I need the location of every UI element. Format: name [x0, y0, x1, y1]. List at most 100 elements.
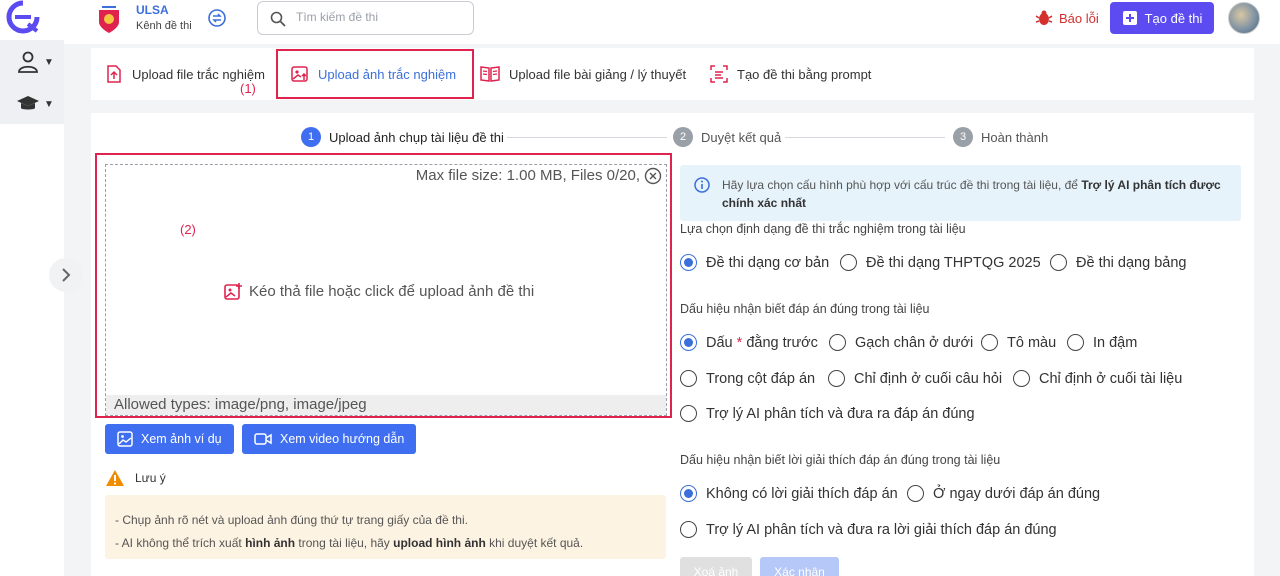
video-camera-icon [254, 433, 272, 445]
delete-image-button[interactable]: Xoá ảnh [680, 557, 752, 576]
radio-button[interactable] [680, 254, 697, 271]
search-box[interactable] [257, 1, 474, 35]
expand-sidebar-button[interactable] [49, 258, 83, 292]
chevron-down-icon[interactable]: ▼ [44, 57, 54, 68]
radio-button[interactable] [680, 334, 697, 351]
brand-name: ULSA [136, 3, 169, 17]
avatar[interactable] [1228, 2, 1260, 34]
step-2: 2 Duyệt kết quả [673, 127, 781, 147]
radio-answer-end-question[interactable]: Chỉ định ở cuối câu hỏi [828, 370, 1002, 387]
radio-button[interactable] [840, 254, 857, 271]
radio-button[interactable] [981, 334, 998, 351]
chevron-down-icon[interactable]: ▼ [44, 99, 54, 110]
answer-section-label: Dấu hiệu nhận biết đáp án đúng trong tài… [680, 302, 930, 316]
radio-button[interactable] [907, 485, 924, 502]
radio-explain-none[interactable]: Không có lời giải thích đáp án [680, 485, 898, 502]
add-image-icon [224, 283, 242, 300]
prompt-icon [710, 65, 728, 83]
step-1: 1 Upload ảnh chụp tài liệu đề thi [301, 127, 504, 147]
step-connector [785, 137, 945, 138]
radio-button[interactable] [829, 334, 846, 351]
image-icon [117, 431, 133, 447]
ulsa-logo-icon [99, 6, 119, 33]
radio-answer-star[interactable]: Dấu * đằng trước [680, 334, 818, 351]
radio-answer-underline[interactable]: Gạch chân ở dưới [829, 334, 973, 351]
radio-button[interactable] [1067, 334, 1084, 351]
step-3: 3 Hoàn thành [953, 127, 1048, 147]
step-connector [507, 137, 667, 138]
create-exam-button[interactable]: Tạo đề thi [1110, 2, 1214, 34]
step-label: Hoàn thành [981, 129, 1049, 145]
allowed-types: Allowed types: image/png, image/jpeg [106, 395, 666, 415]
tab-upload-lecture[interactable]: Upload file bài giảng / lý thuyết [480, 48, 686, 100]
user-icon[interactable] [8, 50, 48, 74]
report-label: Báo lỗi [1059, 10, 1099, 26]
button-label: Xem ảnh ví dụ [141, 432, 222, 446]
dropzone-text: Kéo thả file hoặc click để upload ảnh đề… [249, 283, 535, 300]
radio-button[interactable] [680, 521, 697, 538]
radio-answer-ai[interactable]: Trợ lý AI phân tích và đưa ra đáp án đún… [680, 405, 975, 422]
view-example-image-button[interactable]: Xem ảnh ví dụ [105, 424, 234, 454]
radio-format-basic[interactable]: Đề thi dạng cơ bản [680, 254, 829, 271]
radio-answer-color[interactable]: Tô màu [981, 334, 1056, 351]
step-label: Duyệt kết quả [701, 129, 782, 145]
search-input[interactable] [296, 10, 466, 24]
tab-label: Upload ảnh trắc nghiệm [318, 66, 457, 82]
note-line-2: - AI không thể trích xuất hình ảnh trong… [115, 536, 584, 550]
info-icon [694, 177, 710, 193]
upload-tabs: Upload file trắc nghiệm Upload ảnh trắc … [91, 48, 1254, 100]
note-line-1: - Chụp ảnh rõ nét và upload ảnh đúng thứ… [115, 513, 468, 527]
radio-format-table[interactable]: Đề thi dạng bảng [1050, 254, 1186, 271]
confirm-button[interactable]: Xác nhận [760, 557, 839, 576]
radio-button[interactable] [680, 485, 697, 502]
graduation-cap-icon[interactable] [8, 92, 48, 116]
file-upload-icon [107, 65, 121, 83]
tab-create-prompt[interactable]: Tạo đề thi bằng prompt [710, 48, 871, 100]
search-icon [270, 11, 286, 27]
create-label: Tạo đề thi [1144, 10, 1203, 26]
radio-format-thptqg[interactable]: Đề thi dạng THPTQG 2025 [840, 254, 1041, 271]
note-title: Lưu ý [105, 469, 166, 487]
radio-button[interactable] [680, 405, 697, 422]
step-number: 3 [953, 127, 973, 147]
dropzone-prompt[interactable]: Kéo thả file hoặc click để upload ảnh đề… [224, 282, 534, 301]
step-number: 1 [301, 127, 321, 147]
annotation-1: (1) [240, 81, 256, 96]
upload-dropzone[interactable]: Max file size: 1.00 MB, Files 0/20, Kéo … [105, 164, 667, 416]
app-logo-icon [6, 0, 40, 34]
radio-answer-bold[interactable]: In đậm [1067, 334, 1137, 351]
note-title-text: Lưu ý [135, 471, 166, 485]
bug-icon [1035, 10, 1053, 25]
radio-button[interactable] [680, 370, 697, 387]
radio-button[interactable] [828, 370, 845, 387]
radio-button[interactable] [1050, 254, 1067, 271]
tab-label: Upload file trắc nghiệm [132, 66, 265, 82]
report-error-button[interactable]: Báo lỗi [1035, 9, 1099, 27]
step-number: 2 [673, 127, 693, 147]
annotation-2: (2) [180, 222, 196, 237]
radio-answer-column[interactable]: Trong cột đáp án [680, 370, 815, 387]
info-text: Hãy lựa chọn cấu hình phù hợp với cấu tr… [722, 178, 1221, 210]
tab-upload-image[interactable]: Upload ảnh trắc nghiệm [291, 48, 456, 100]
radio-answer-end-document[interactable]: Chỉ định ở cuối tài liệu [1013, 370, 1182, 387]
warning-icon [106, 470, 124, 486]
format-section-label: Lựa chọn định dạng đề thi trắc nghiệm tr… [680, 222, 966, 236]
radio-button[interactable] [1013, 370, 1030, 387]
tab-label: Upload file bài giảng / lý thuyết [509, 66, 687, 82]
book-icon [480, 66, 500, 82]
switch-channel-icon[interactable] [207, 8, 227, 28]
chevron-right-icon [62, 268, 71, 282]
radio-explain-below[interactable]: Ở ngay dưới đáp án đúng [907, 485, 1100, 502]
close-circle-icon[interactable] [644, 167, 662, 185]
max-file-info: Max file size: 1.00 MB, Files 0/20, [415, 167, 640, 184]
explain-section-label: Dấu hiệu nhận biết lời giải thích đáp án… [680, 453, 1001, 467]
tab-label: Tạo đề thi bằng prompt [737, 66, 872, 82]
add-square-icon [1122, 11, 1137, 25]
button-label: Xem video hướng dẫn [280, 432, 405, 446]
info-banner: Hãy lựa chọn cấu hình phù hợp với cấu tr… [680, 165, 1241, 221]
radio-explain-ai[interactable]: Trợ lý AI phân tích và đưa ra lời giải t… [680, 521, 1057, 538]
note-box: - Chụp ảnh rõ nét và upload ảnh đúng thứ… [105, 495, 666, 559]
step-label: Upload ảnh chụp tài liệu đề thi [329, 129, 504, 145]
view-video-guide-button[interactable]: Xem video hướng dẫn [242, 424, 417, 454]
image-upload-icon [291, 66, 308, 82]
